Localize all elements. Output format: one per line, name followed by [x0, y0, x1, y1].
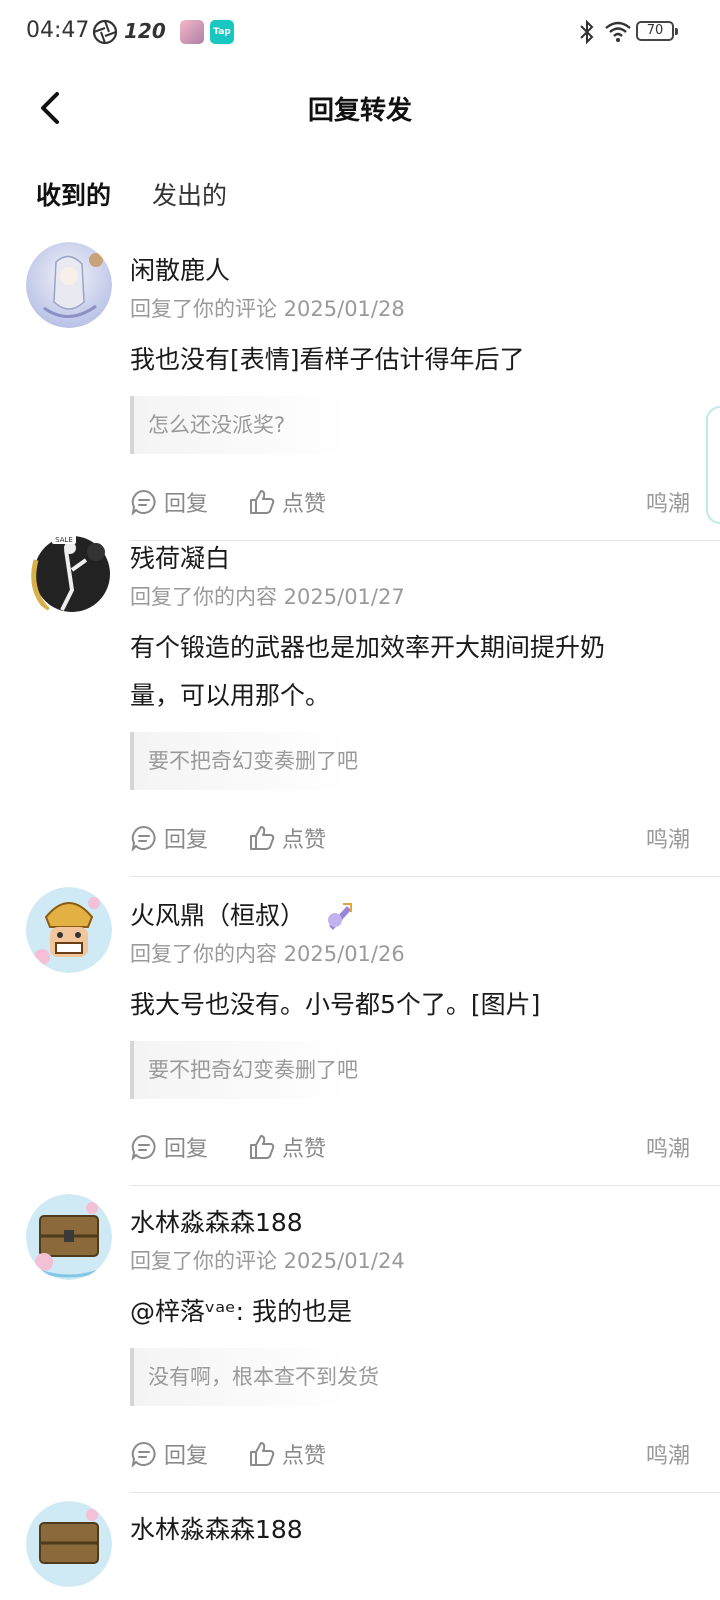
avatar[interactable]	[26, 887, 112, 973]
avatar[interactable]	[26, 1194, 112, 1280]
taptap-app-icon: Tap	[210, 20, 234, 44]
like-button[interactable]: 点赞	[248, 486, 326, 518]
reply-label: 回复	[164, 828, 209, 853]
avatar[interactable]	[26, 1501, 112, 1587]
avatar[interactable]: SALE	[26, 530, 112, 616]
divider	[130, 876, 720, 877]
reply-meta: 回复了你的内容 2025/01/27	[130, 585, 405, 609]
aperture-icon	[92, 18, 118, 46]
reply-button[interactable]: 回复	[130, 1131, 208, 1163]
like-label: 点赞	[282, 1137, 327, 1162]
action-bar: 回复 点赞 鸣潮	[130, 1115, 690, 1185]
list-item[interactable]: 火风鼎（桓叔） 回复了你的内容 2025/01/26 我大号也没有。小号都5个了…	[0, 881, 720, 1188]
like-button[interactable]: 点赞	[248, 822, 326, 854]
comment-icon	[131, 1134, 156, 1161]
quoted-comment[interactable]: 要不把奇幻变奏删了吧	[130, 1041, 358, 1099]
battery-indicator: 70	[636, 21, 678, 41]
reply-label: 回复	[164, 492, 209, 517]
username[interactable]: 水林淼森森188	[130, 1513, 303, 1547]
like-button[interactable]: 点赞	[248, 1438, 326, 1470]
action-bar: 回复 点赞 鸣潮	[130, 806, 690, 876]
quoted-comment[interactable]: 要不把奇幻变奏删了吧	[130, 732, 358, 790]
comment-icon	[131, 825, 156, 852]
like-button[interactable]: 点赞	[248, 1131, 326, 1163]
reply-text[interactable]: 我大号也没有。小号都5个了。[图片]	[130, 981, 690, 1029]
reply-button[interactable]: 回复	[130, 486, 208, 518]
thumbs-up-icon	[250, 490, 275, 514]
list-item[interactable]: SALE 残荷凝白 回复了你的内容 2025/01/27 有个锻造的武器也是加效…	[0, 524, 720, 881]
reply-text[interactable]: 我也没有[表情]看样子估计得年后了	[130, 336, 690, 384]
reply-button[interactable]: 回复	[130, 822, 208, 854]
reply-text[interactable]: 有个锻造的武器也是加效率开大期间提升奶量，可以用那个。	[130, 624, 650, 720]
comment-icon	[131, 1441, 156, 1468]
header: 回复转发	[0, 70, 720, 146]
avatar[interactable]	[26, 242, 112, 328]
source-tag[interactable]: 鸣潮	[646, 822, 690, 854]
username[interactable]: 闲散鹿人	[130, 254, 230, 288]
thumbs-up-icon	[250, 1135, 275, 1159]
username[interactable]: 水林淼森森188	[130, 1206, 303, 1240]
tab-received[interactable]: 收到的	[36, 176, 111, 212]
reply-meta: 回复了你的评论 2025/01/24	[130, 1249, 405, 1273]
divider	[130, 1185, 720, 1186]
like-label: 点赞	[282, 1444, 327, 1469]
level-badge-icon	[328, 903, 353, 930]
reply-text[interactable]: @梓落ᵛᵃᵉ: 我的也是	[130, 1288, 690, 1336]
status-bar: 04:47 120 Tap 70	[0, 0, 720, 64]
comment-icon	[131, 489, 156, 516]
like-label: 点赞	[282, 492, 327, 517]
username[interactable]: 残荷凝白	[130, 542, 230, 576]
source-tag[interactable]: 鸣潮	[646, 1131, 690, 1163]
list-item[interactable]: 水林淼森森188 回复了你的评论 2025/01/24 @梓落ᵛᵃᵉ: 我的也是…	[0, 1188, 720, 1495]
reply-list: 闲散鹿人 回复了你的评论 2025/01/28 我也没有[表情]看样子估计得年后…	[0, 236, 720, 1600]
quoted-comment[interactable]: 没有啊，根本查不到发货	[130, 1348, 379, 1406]
divider	[130, 1492, 720, 1493]
status-time: 04:47	[26, 18, 90, 43]
like-label: 点赞	[282, 828, 327, 853]
list-item[interactable]: 闲散鹿人 回复了你的评论 2025/01/28 我也没有[表情]看样子估计得年后…	[0, 236, 720, 541]
list-item[interactable]: 水林淼森森188	[0, 1495, 720, 1600]
tab-sent[interactable]: 发出的	[152, 176, 227, 212]
svg-text:SALE: SALE	[55, 536, 73, 544]
page-title: 回复转发	[307, 96, 412, 126]
reply-meta: 回复了你的内容 2025/01/26	[130, 942, 405, 966]
refresh-rate: 120	[124, 19, 166, 43]
quoted-comment[interactable]: 怎么还没派奖?	[130, 396, 350, 454]
game-app-icon	[180, 20, 204, 44]
reply-label: 回复	[164, 1137, 209, 1162]
source-tag[interactable]: 鸣潮	[646, 486, 690, 518]
action-bar: 回复 点赞 鸣潮	[130, 1422, 690, 1492]
source-tag[interactable]: 鸣潮	[646, 1438, 690, 1470]
wifi-icon	[604, 18, 632, 46]
reply-meta: 回复了你的评论 2025/01/28	[130, 297, 405, 321]
bluetooth-icon	[578, 18, 596, 46]
reply-label: 回复	[164, 1444, 209, 1469]
thumbs-up-icon	[250, 826, 275, 850]
tab-bar: 收到的 发出的	[0, 168, 720, 218]
reply-button[interactable]: 回复	[130, 1438, 208, 1470]
thumbs-up-icon	[250, 1442, 275, 1466]
username[interactable]: 火风鼎（桓叔）	[130, 899, 305, 933]
